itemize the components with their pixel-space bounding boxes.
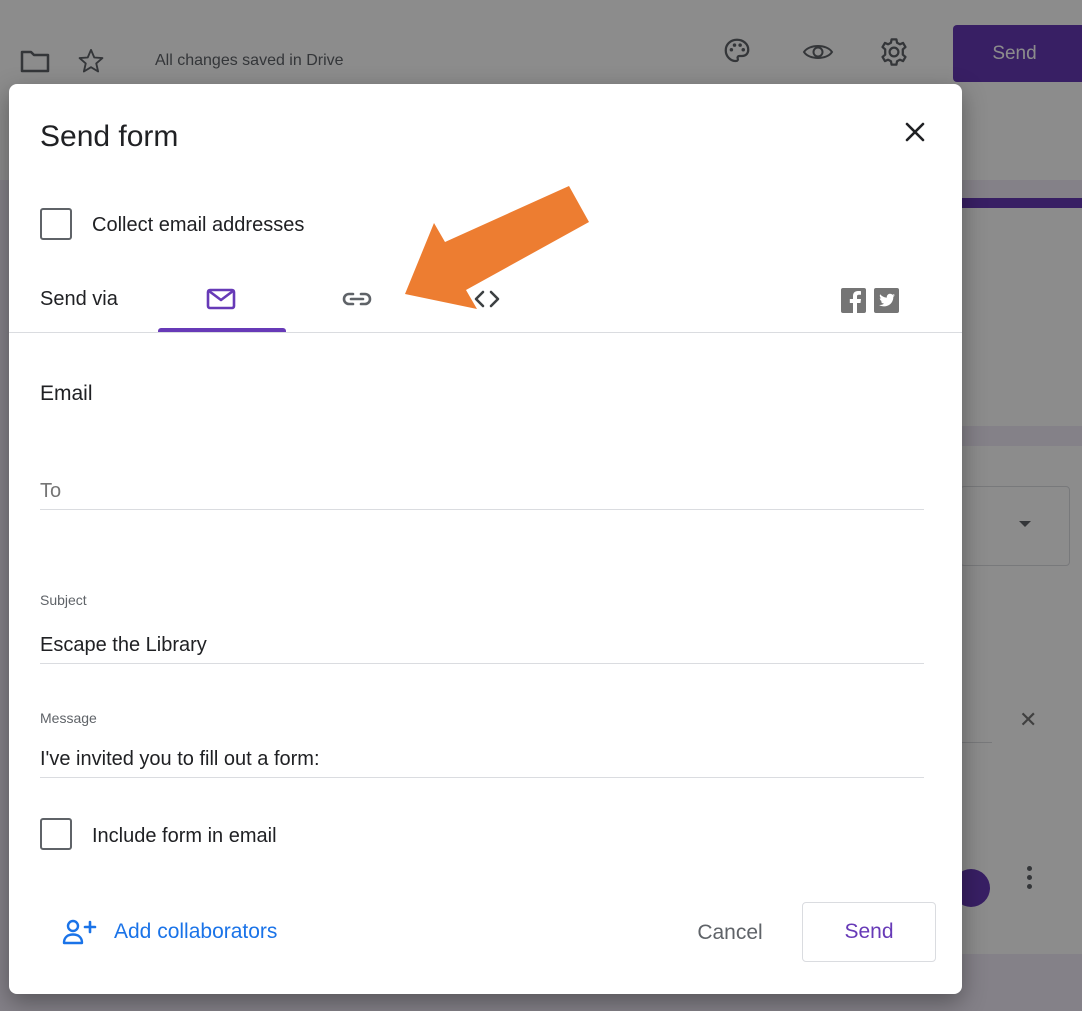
twitter-icon[interactable]: [874, 288, 899, 313]
tab-embed[interactable]: [455, 279, 519, 319]
send-button[interactable]: Send: [802, 902, 936, 962]
cancel-button[interactable]: Cancel: [675, 910, 785, 956]
add-collaborators-button[interactable]: Add collaborators: [62, 919, 277, 945]
add-collaborators-label: Add collaborators: [114, 920, 278, 943]
include-form-checkbox[interactable]: [40, 818, 72, 850]
mail-icon: [206, 288, 236, 310]
tab-link[interactable]: [325, 279, 389, 319]
collect-email-checkbox[interactable]: [40, 208, 72, 240]
message-field[interactable]: [40, 742, 924, 778]
to-field[interactable]: [40, 474, 924, 510]
subject-label: Subject: [40, 592, 87, 608]
subject-field[interactable]: [40, 628, 924, 664]
include-form-label: Include form in email: [92, 825, 277, 847]
link-icon: [342, 292, 372, 306]
code-icon: [474, 290, 500, 308]
close-icon[interactable]: [897, 114, 933, 150]
send-via-label: Send via: [40, 288, 118, 310]
collect-email-label: Collect email addresses: [92, 214, 305, 236]
tabs-divider: [9, 332, 962, 333]
add-person-icon: [62, 919, 97, 945]
facebook-icon[interactable]: [841, 288, 866, 313]
dialog-title: Send form: [40, 120, 179, 153]
send-form-dialog: Send form Collect email addresses Send v…: [9, 84, 962, 994]
message-label: Message: [40, 710, 97, 726]
email-section-title: Email: [40, 382, 93, 405]
tab-email[interactable]: [189, 279, 253, 319]
